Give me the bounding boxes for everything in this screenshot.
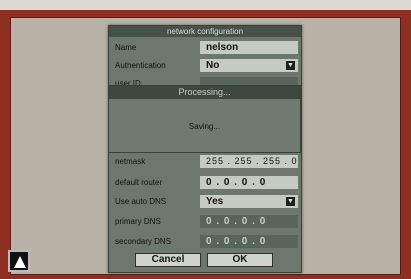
primary-dns-field[interactable]: 0 . 0 . 0 . 0 xyxy=(200,215,298,228)
primary-dns-value: 0 . 0 . 0 . 0 xyxy=(206,216,267,227)
dialog-title: network configuration xyxy=(109,26,301,37)
primary-dns-label: primary DNS xyxy=(115,217,161,226)
authentication-row: Authentication No ▼ xyxy=(109,57,301,74)
chevron-down-icon: ▼ xyxy=(286,197,295,206)
use-auto-dns-select[interactable]: Yes ▼ xyxy=(200,195,298,208)
secondary-dns-field[interactable]: 0 . 0 . 0 . 0 xyxy=(200,235,298,248)
use-auto-dns-label: Use auto DNS xyxy=(115,197,167,206)
netmask-value: 255 . 255 . 255 . 0 xyxy=(206,156,298,166)
name-value: nelson xyxy=(206,42,239,53)
netmask-label: netmask xyxy=(115,157,146,166)
ok-button[interactable]: OK xyxy=(207,253,273,267)
secondary-dns-label: secondary DNS xyxy=(115,237,172,246)
processing-title: Processing... xyxy=(109,86,300,99)
netmask-field[interactable]: 255 . 255 . 255 . 0 xyxy=(200,155,298,168)
up-arrow-icon[interactable] xyxy=(8,250,30,272)
cancel-button[interactable]: Cancel xyxy=(135,253,201,267)
use-auto-dns-row: Use auto DNS Yes ▼ xyxy=(109,193,301,210)
authentication-select[interactable]: No ▼ xyxy=(200,59,298,72)
frame-top-edge xyxy=(0,0,411,10)
secondary-dns-row: secondary DNS 0 . 0 . 0 . 0 xyxy=(109,233,301,250)
default-router-row: default router 0 . 0 . 0 . 0 xyxy=(109,174,301,191)
default-router-field[interactable]: 0 . 0 . 0 . 0 xyxy=(200,176,298,189)
name-row: Name nelson xyxy=(109,39,301,56)
secondary-dns-value: 0 . 0 . 0 . 0 xyxy=(206,236,267,247)
name-field[interactable]: nelson xyxy=(200,41,298,54)
name-label: Name xyxy=(115,43,137,52)
netmask-row: netmask 255 . 255 . 255 . 0 xyxy=(109,153,301,170)
processing-overlay: Processing... Saving... xyxy=(108,85,301,153)
authentication-value: No xyxy=(206,60,220,71)
processing-message: Saving... xyxy=(188,122,221,131)
default-router-label: default router xyxy=(115,178,163,187)
use-auto-dns-value: Yes xyxy=(206,196,224,207)
default-router-value: 0 . 0 . 0 . 0 xyxy=(206,177,267,188)
primary-dns-row: primary DNS 0 . 0 . 0 . 0 xyxy=(109,213,301,230)
authentication-label: Authentication xyxy=(115,61,166,70)
chevron-down-icon: ▼ xyxy=(286,61,295,70)
